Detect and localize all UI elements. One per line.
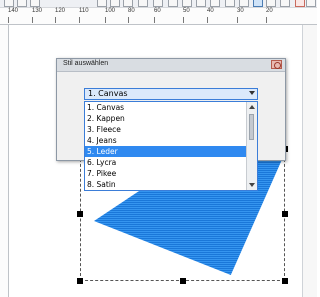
toolbar-icon[interactable]	[239, 0, 249, 7]
toolbar-icon[interactable]	[97, 0, 107, 7]
toolbar-icon[interactable]	[182, 0, 192, 7]
toolbar-icon[interactable]	[225, 0, 235, 7]
toolbar-icon[interactable]	[153, 0, 163, 7]
toolbar-icon[interactable]	[4, 0, 14, 7]
toolbar-icon[interactable]	[253, 0, 263, 7]
ruler-tick-label: 100	[105, 8, 116, 23]
list-item[interactable]: 6. Lycra	[85, 157, 247, 168]
scroll-up-icon[interactable]	[249, 105, 255, 109]
list-item[interactable]: 4. Jeans	[85, 135, 247, 146]
toolbar-icon[interactable]	[17, 0, 27, 7]
list-item-selected[interactable]: 5. Leder	[85, 146, 247, 157]
toolbar-icon[interactable]	[196, 0, 206, 7]
ruler-tick-label: 130	[32, 8, 43, 23]
ruler-tick-label: 20	[266, 8, 273, 23]
combobox-value: 1. Canvas	[88, 89, 128, 98]
toolbar-icon[interactable]	[138, 0, 148, 7]
dialog-titlebar[interactable]: Stil auswählen	[57, 59, 285, 72]
ruler-tick-label: 140	[8, 8, 19, 23]
style-combobox[interactable]: 1. Canvas	[84, 88, 258, 100]
scroll-thumb[interactable]	[249, 114, 254, 140]
dialog-title: Stil auswählen	[63, 60, 109, 67]
resize-handle[interactable]	[282, 211, 288, 217]
side-panel	[303, 25, 317, 297]
close-icon[interactable]	[271, 60, 282, 69]
toolbar-icon[interactable]	[266, 0, 276, 7]
chevron-down-icon[interactable]	[249, 91, 255, 95]
scroll-down-icon[interactable]	[249, 183, 255, 187]
list-item[interactable]: 7. Pikee	[85, 168, 247, 179]
toolbar-icon[interactable]	[123, 0, 133, 7]
resize-handle[interactable]	[77, 211, 83, 217]
list-item[interactable]: 3. Fleece	[85, 124, 247, 135]
ruler-tick-label: 80	[128, 8, 135, 23]
resize-handle[interactable]	[180, 278, 186, 284]
toolbar-icon[interactable]	[210, 0, 220, 7]
style-dropdown-list[interactable]: 1. Canvas 2. Kappen 3. Fleece 4. Jeans 5…	[84, 101, 258, 191]
toolbar-icon[interactable]	[168, 0, 178, 7]
resize-handle[interactable]	[282, 278, 288, 284]
ruler-tick-label: 60	[154, 8, 161, 23]
ruler-tick-label: 40	[207, 8, 214, 23]
toolbar-icon[interactable]	[30, 0, 40, 7]
ruler-tick-label: 110	[79, 8, 89, 23]
list-item[interactable]: 2. Kappen	[85, 113, 247, 124]
horizontal-ruler: 140 130 120 110 100 80 60 50 40 30 20	[0, 8, 317, 25]
toolbar-icon[interactable]	[110, 0, 120, 7]
toolbar-icon[interactable]	[280, 0, 290, 7]
vertical-ruler	[0, 25, 9, 297]
toolbar	[0, 0, 317, 8]
list-item[interactable]: 8. Satin	[85, 179, 247, 190]
toolbar-icon[interactable]	[306, 0, 316, 7]
ruler-tick-label: 30	[237, 8, 244, 23]
ruler-tick-label: 120	[55, 8, 66, 23]
toolbar-icon[interactable]	[295, 0, 305, 7]
resize-handle[interactable]	[77, 278, 83, 284]
list-item[interactable]: 1. Canvas	[85, 102, 247, 113]
ruler-tick-label: 50	[183, 8, 190, 23]
list-scrollbar[interactable]	[246, 102, 257, 190]
